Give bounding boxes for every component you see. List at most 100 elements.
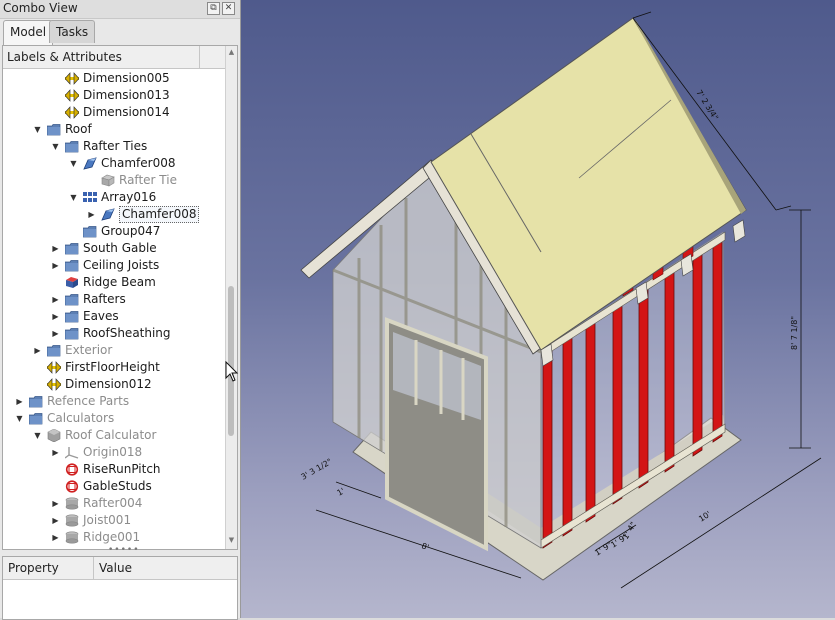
tree-item-label: Rafter Tie — [119, 173, 177, 187]
collapse-arrow-icon[interactable]: ▶ — [51, 240, 60, 257]
tree-item[interactable]: FirstFloorHeight — [33, 359, 233, 376]
tree-item[interactable]: ▶ Rafters — [51, 291, 237, 308]
chamfer-icon — [83, 157, 97, 170]
dim-front-offset: 3' 3 1/2" — [300, 457, 334, 482]
expand-arrow-icon[interactable]: ▼ — [33, 121, 42, 138]
expand-arrow-icon[interactable]: ▼ — [69, 155, 78, 172]
tree-item[interactable]: ▶ Exterior — [33, 342, 233, 359]
folder-icon — [28, 412, 43, 425]
collapse-arrow-icon[interactable]: ▶ — [51, 308, 60, 325]
folder-icon — [46, 123, 61, 136]
part-icon — [47, 428, 61, 443]
mouse-cursor-icon — [225, 361, 239, 382]
dim-width: 8' — [420, 541, 430, 552]
property-view[interactable]: Property Value — [2, 556, 238, 620]
tree-item-label: Ridge Beam — [83, 275, 156, 289]
tree-item-label: Ceiling Joists — [83, 258, 160, 272]
tree-item[interactable]: ▶ Rafter004 — [51, 495, 237, 512]
value-column-header[interactable]: Value — [99, 561, 132, 575]
tree-item[interactable]: ▶ Origin018 — [51, 444, 237, 461]
shed-model[interactable]: 7' 2 3/4" 8' 7 1/8" 10' 8' 3' 3 1/2" 1' … — [241, 0, 835, 618]
tree-item[interactable]: ▶ Joist001 — [51, 512, 237, 529]
tree-item-label: Eaves — [83, 309, 119, 323]
collapse-arrow-icon[interactable]: ▶ — [51, 495, 60, 512]
collapse-arrow-icon[interactable]: ▶ — [51, 257, 60, 274]
3d-viewport[interactable]: 7' 2 3/4" 8' 7 1/8" 10' 8' 3' 3 1/2" 1' … — [241, 0, 835, 618]
tree-item[interactable]: RiseRunPitch — [51, 461, 237, 478]
tree-item-label: Dimension005 — [83, 71, 170, 85]
tree-scrollbar[interactable]: ▲ ▼ — [225, 46, 237, 549]
tree-item[interactable]: ▼ Array016 — [69, 189, 237, 206]
tab-model[interactable]: Model — [3, 20, 54, 45]
model-tree[interactable]: Labels & Attributes Dimension005 Dimensio… — [2, 45, 238, 550]
tree-item[interactable]: Ridge Beam — [51, 274, 237, 291]
header-divider — [199, 46, 200, 68]
property-column-header[interactable]: Property — [8, 561, 59, 575]
tree-item[interactable]: ▼ Roof Calculator — [33, 427, 233, 444]
tree-item[interactable]: ▶ Chamfer008 — [87, 206, 237, 223]
tree-item[interactable]: ▶ South Gable — [51, 240, 237, 257]
tree-item[interactable]: Dimension014 — [51, 104, 237, 121]
tree-item[interactable]: Dimension005 — [51, 70, 237, 87]
scroll-up-icon[interactable]: ▲ — [227, 48, 236, 57]
property-header-divider — [93, 557, 94, 579]
tree-item[interactable]: Dimension013 — [51, 87, 237, 104]
tree-item-label: Exterior — [65, 343, 113, 357]
tree-item[interactable]: Group047 — [69, 223, 237, 240]
tree-item[interactable]: ▼ Calculators — [15, 410, 215, 427]
beam-icon — [65, 276, 79, 289]
tree-item-label: Roof Calculator — [65, 428, 157, 442]
collapse-arrow-icon[interactable]: ▶ — [51, 512, 60, 529]
tree-item[interactable]: ▶ Ceiling Joists — [51, 257, 237, 274]
tree-item-label: Array016 — [101, 190, 157, 204]
collapse-arrow-icon[interactable]: ▶ — [51, 325, 60, 342]
folder-icon — [64, 310, 79, 323]
expand-arrow-icon[interactable]: ▼ — [51, 138, 60, 155]
tree-item[interactable]: ▶ RoofSheathing — [51, 325, 237, 342]
tree-item[interactable]: ▶ Ridge001 — [51, 529, 237, 546]
tree-item-label: RiseRunPitch — [83, 462, 161, 476]
tab-tasks[interactable]: Tasks — [49, 20, 96, 43]
dim-wall-height: 8' 7 1/8" — [790, 316, 799, 350]
tree-item[interactable]: GableStuds — [51, 478, 237, 495]
collapse-arrow-icon[interactable]: ▶ — [51, 291, 60, 308]
tree-item[interactable]: Dimension012 — [33, 376, 233, 393]
collapse-arrow-icon[interactable]: ▶ — [33, 342, 42, 359]
scroll-down-icon[interactable]: ▼ — [227, 536, 236, 545]
tree-item[interactable]: ▶ Eaves — [51, 308, 237, 325]
folder-icon — [64, 293, 79, 306]
dimension-icon — [64, 72, 80, 85]
float-icon[interactable]: ⧉ — [207, 2, 220, 15]
collapse-arrow-icon[interactable]: ▶ — [87, 206, 96, 223]
tree-item-label: Dimension013 — [83, 88, 170, 102]
tree-item[interactable]: ▶ Refence Parts — [15, 393, 215, 410]
tree-item-label: Chamfer008 — [119, 206, 200, 223]
chamfer-icon — [101, 208, 115, 221]
close-icon[interactable]: ✕ — [222, 2, 235, 15]
collapse-arrow-icon[interactable]: ▶ — [51, 444, 60, 461]
tree-item[interactable]: ▼ Roof — [33, 121, 233, 138]
tree-item[interactable]: ▼ Chamfer008 — [69, 155, 237, 172]
dim-length: 10' — [697, 509, 712, 523]
panel-splitter[interactable]: ••••• — [0, 545, 240, 555]
expand-arrow-icon[interactable]: ▼ — [15, 410, 24, 427]
collapse-arrow-icon[interactable]: ▶ — [51, 529, 60, 546]
expand-arrow-icon[interactable]: ▼ — [33, 427, 42, 444]
tree-item-label: Ridge001 — [83, 530, 141, 544]
tree-item-label: Origin018 — [83, 445, 143, 459]
spreadsheet-icon — [65, 480, 79, 493]
tree-item-label: South Gable — [83, 241, 157, 255]
tree-item-label: Dimension014 — [83, 105, 170, 119]
tree-item[interactable]: ▼ Rafter Ties — [51, 138, 237, 155]
dimension-icon — [46, 361, 62, 374]
tree-item-label: Chamfer008 — [101, 156, 176, 170]
expand-arrow-icon[interactable]: ▼ — [69, 189, 78, 206]
tree-header[interactable]: Labels & Attributes — [3, 46, 225, 69]
tree-item[interactable]: Rafter Tie — [87, 172, 237, 189]
collapse-arrow-icon[interactable]: ▶ — [15, 393, 24, 410]
